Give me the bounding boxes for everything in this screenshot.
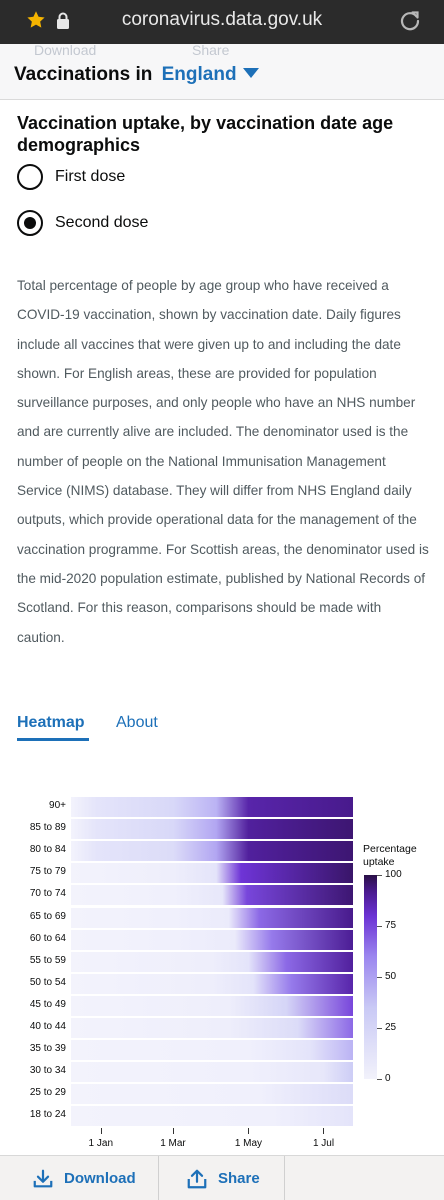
ghost-share-text: Share <box>192 44 230 58</box>
download-icon[interactable] <box>32 1168 54 1190</box>
share-label[interactable]: Share <box>218 1170 260 1187</box>
heatmap-row <box>71 797 353 817</box>
legend-color-scale <box>364 875 377 1079</box>
tab-about[interactable]: About <box>116 714 158 732</box>
footer-actions: Download Share <box>0 1155 444 1200</box>
heatmap-row <box>71 1040 353 1061</box>
x-axis-tick <box>323 1128 325 1134</box>
heatmap-row <box>71 907 353 928</box>
heatmap-row <box>71 973 353 994</box>
heatmap-row <box>71 929 353 950</box>
heatmap-row-label: 18 to 24 <box>29 1109 66 1121</box>
heatmap-row-label: 35 to 39 <box>29 1043 66 1055</box>
area-name[interactable]: England <box>162 64 237 85</box>
page-header: Download Share Vaccinations in England <box>0 44 444 100</box>
legend-tick <box>377 926 382 927</box>
legend-title: Percentage uptake <box>363 843 417 868</box>
x-axis-tick-label: 1 Jul <box>312 1138 335 1149</box>
active-tab-indicator <box>17 738 89 741</box>
heatmap-row-label: 55 to 59 <box>29 954 66 966</box>
heatmap-row-label: 75 to 79 <box>29 866 66 878</box>
x-axis-tick <box>248 1128 250 1134</box>
heatmap-row <box>71 1062 353 1083</box>
heatmap-row-label: 40 to 44 <box>29 1021 66 1032</box>
footer-divider <box>284 1156 285 1200</box>
legend-tick-label: 75 <box>385 920 397 931</box>
legend-tick-label: 100 <box>385 869 402 880</box>
legend-tick <box>377 1079 382 1080</box>
x-axis-tick-label: 1 May <box>234 1138 263 1149</box>
heatmap-row-label: 30 to 34 <box>29 1065 66 1077</box>
heatmap-row-label: 80 to 84 <box>29 844 66 856</box>
footer-divider <box>158 1156 159 1200</box>
area-select[interactable]: England <box>162 64 259 85</box>
heatmap-row-label: 25 to 29 <box>29 1087 66 1099</box>
radio-label[interactable]: Second dose <box>55 214 148 232</box>
radio-button-icon[interactable] <box>17 164 43 190</box>
chart-tabs: Heatmap About <box>17 714 437 744</box>
heatmap-row-label: 85 to 89 <box>29 822 66 834</box>
radio-button-selected-icon[interactable] <box>17 210 43 236</box>
radio-first-dose[interactable]: First dose <box>17 164 125 190</box>
heatmap-row-label: 70 to 74 <box>29 888 66 900</box>
x-axis-tick-label: 1 Mar <box>160 1138 186 1149</box>
x-axis-tick-label: 1 Jan <box>88 1138 114 1149</box>
heatmap-row-label: 50 to 54 <box>29 976 66 988</box>
heatmap-row-label: 90+ <box>49 800 66 811</box>
card-title: Vaccination uptake, by vaccination date … <box>17 113 394 155</box>
heatmap-row <box>71 1106 353 1127</box>
legend-tick-label: 50 <box>385 971 397 982</box>
x-axis-tick <box>100 1128 102 1134</box>
share-icon[interactable] <box>186 1168 208 1190</box>
heatmap-row-label: 60 to 64 <box>29 932 66 944</box>
heatmap-row <box>71 819 353 840</box>
heatmap-row-label: 65 to 69 <box>29 910 66 922</box>
heatmap-row <box>71 841 353 862</box>
heatmap-row <box>71 995 353 1016</box>
radio-dot-icon <box>24 217 36 229</box>
browser-bar: coronavirus.data.gov.uk <box>0 0 444 44</box>
share-button[interactable]: Share <box>186 1156 260 1200</box>
url-bar[interactable]: coronavirus.data.gov.uk <box>0 9 444 31</box>
radio-label[interactable]: First dose <box>55 168 125 186</box>
legend-tick <box>377 1028 382 1029</box>
ghost-download-text: Download <box>34 44 97 58</box>
download-label[interactable]: Download <box>64 1170 136 1187</box>
heatmap-row <box>71 1018 353 1038</box>
heatmap-row <box>71 885 353 906</box>
tab-heatmap[interactable]: Heatmap <box>17 714 85 732</box>
heatmap-row-label: 45 to 49 <box>29 998 66 1010</box>
page-title: Vaccinations in England <box>14 64 259 86</box>
heatmap-row <box>71 1084 353 1105</box>
download-button[interactable]: Download <box>32 1156 136 1200</box>
legend-tick-label: 25 <box>385 1022 397 1033</box>
heatmap-chart: Percentage uptake 90+ 85 to 89 80 to 84 75 … <box>0 795 444 1155</box>
chart-description: Total percentage of people by age group … <box>17 278 429 645</box>
heatmap-row <box>71 951 353 972</box>
page-title-prefix: Vaccinations in <box>14 64 153 85</box>
reload-icon[interactable] <box>398 9 422 33</box>
chevron-down-icon[interactable] <box>242 68 259 78</box>
legend-tick-label: 0 <box>385 1073 391 1084</box>
heatmap-row <box>71 863 353 884</box>
x-axis-tick <box>173 1128 175 1134</box>
legend-tick <box>377 977 382 978</box>
legend-tick <box>377 875 382 876</box>
radio-second-dose[interactable]: Second dose <box>17 210 148 236</box>
